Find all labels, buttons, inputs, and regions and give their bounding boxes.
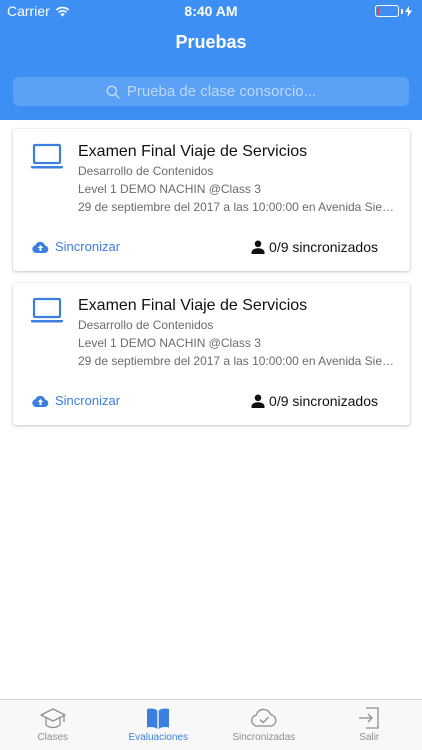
app-header: Carrier 8:40 AM Pruebas Prueba de clase … (0, 0, 422, 120)
exam-card[interactable]: Examen Final Viaje de Servicios Desarrol… (13, 283, 410, 425)
search-input[interactable]: Prueba de clase consorcio... (13, 77, 409, 106)
search-placeholder: Prueba de clase consorcio... (126, 83, 317, 100)
tab-salir[interactable]: Salir (317, 700, 422, 750)
exam-title: Examen Final Viaje de Servicios (78, 143, 308, 160)
exam-date: 29 de septiembre del 2017 a las 10:00:00… (78, 200, 398, 214)
person-icon (251, 240, 265, 254)
tab-bar: Clases Evaluaciones Sincronizadas Salir (0, 699, 422, 750)
sync-button[interactable]: Sincronizar (32, 393, 120, 408)
page-title: Pruebas (175, 32, 247, 52)
exam-card[interactable]: Examen Final Viaje de Servicios Desarrol… (13, 129, 410, 271)
book-icon (147, 708, 170, 729)
cloud-check-icon (250, 708, 277, 727)
search-icon (106, 84, 120, 99)
tab-label: Evaluaciones (128, 732, 188, 743)
laptop-icon (31, 143, 63, 169)
graduation-cap-icon (40, 708, 66, 729)
exam-class: Level 1 DEMO NACHIN @Class 3 (78, 182, 261, 196)
exit-icon (359, 707, 379, 729)
tab-clases[interactable]: Clases (0, 700, 106, 750)
tab-label: Salir (359, 732, 380, 743)
battery-icon (375, 5, 412, 17)
sync-status: 0/9 sincronizados (251, 239, 378, 255)
sync-count-label: 0/9 sincronizados (269, 239, 378, 255)
cloud-upload-icon (32, 241, 49, 253)
exam-class: Level 1 DEMO NACHIN @Class 3 (78, 336, 261, 350)
sync-label: Sincronizar (55, 393, 121, 408)
tab-label: Clases (37, 732, 69, 743)
laptop-icon (31, 297, 63, 323)
sync-button[interactable]: Sincronizar (32, 239, 120, 254)
cloud-upload-icon (32, 395, 49, 407)
person-icon (251, 394, 265, 408)
exam-subtitle: Desarrollo de Contenidos (78, 164, 214, 178)
tab-label: Sincronizadas (232, 732, 296, 743)
exam-title: Examen Final Viaje de Servicios (78, 297, 308, 314)
charging-bolt-icon (405, 5, 412, 17)
sync-status: 0/9 sincronizados (251, 393, 378, 409)
status-bar: Carrier 8:40 AM (0, 0, 422, 22)
tab-evaluaciones[interactable]: Evaluaciones (106, 700, 212, 750)
tab-sincronizadas[interactable]: Sincronizadas (211, 700, 317, 750)
status-time: 8:40 AM (184, 3, 238, 19)
sync-label: Sincronizar (55, 239, 121, 254)
sync-count-label: 0/9 sincronizados (269, 393, 378, 409)
exam-subtitle: Desarrollo de Contenidos (78, 318, 214, 332)
exam-date: 29 de septiembre del 2017 a las 10:00:00… (78, 354, 398, 368)
